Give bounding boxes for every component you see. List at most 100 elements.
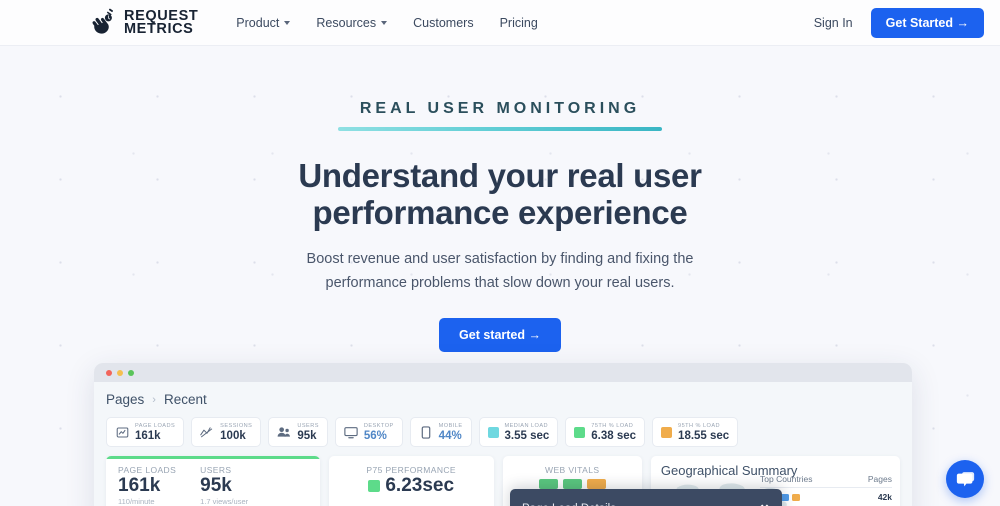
metric-label: PAGE LOADS [118, 465, 177, 475]
stat-pill-text: MEDIAN LOAD 3.55 sec [505, 422, 550, 443]
stat-pill-value: 56% [363, 429, 387, 442]
stat-pill-desktop[interactable]: DESKTOP 56% [334, 417, 403, 447]
subtitle-line-2: performance problems that slow down your… [325, 274, 675, 291]
phone-icon [419, 425, 433, 439]
page-title: Understand your real user performance ex… [0, 157, 1000, 232]
nav-item-product[interactable]: Product [236, 15, 291, 30]
pages-value: 42k [877, 492, 892, 502]
headline-line-2: performance experience [312, 193, 688, 231]
logo[interactable]: REQUEST METRICS [88, 8, 198, 38]
metric-label: USERS [200, 465, 232, 475]
stat-pill-text: USERS 95k [297, 422, 319, 443]
hero-eyebrow: REAL USER MONITORING [359, 100, 641, 117]
line-chart-icon [200, 425, 214, 439]
stat-pill-label: 75TH % LOAD [591, 422, 634, 429]
metric-page-loads: PAGE LOADS 161k 110/minute [118, 465, 176, 506]
hero-section: REAL USER MONITORING Understand your rea… [0, 46, 1000, 352]
stat-pill-sessions[interactable]: SESSIONS 100k [191, 417, 262, 447]
window-maximize-dot[interactable] [128, 369, 134, 376]
stat-pill-page-loads[interactable]: PAGE LOADS 161k [106, 417, 185, 447]
breadcrumb-current: Recent [163, 392, 207, 407]
stat-pill-value: 100k [220, 429, 246, 442]
nav-item-resources-label: Resources [316, 15, 377, 30]
metric-value: 95k [200, 475, 232, 496]
metric-users: USERS 95k 1.7 views/user [200, 465, 248, 506]
stat-pill-text: DESKTOP 56% [364, 422, 394, 443]
hero-subtitle: Boost revenue and user satisfaction by f… [0, 248, 1000, 296]
subtitle-line-1: Boost revenue and user satisfaction by f… [306, 250, 694, 267]
chart-box-icon [115, 425, 129, 439]
web-vitals-indicators [515, 479, 630, 489]
color-swatch-cyan [487, 426, 499, 438]
dashboard-mockup: Pages › Recent PAGE LOADS 161k SESSIONS … [94, 363, 912, 506]
dashboard-body: Pages › Recent PAGE LOADS 161k SESSIONS … [94, 382, 912, 506]
metric-sub: 110/minute [118, 497, 155, 506]
card-content: PAGE LOADS 161k 110/minute USERS 95k 1.7… [106, 459, 320, 506]
main-nav: Product Resources Customers Pricing [236, 16, 538, 30]
nav-item-product-label: Product [236, 15, 280, 30]
hero-get-started-button[interactable]: Get started → [439, 317, 561, 352]
stat-pill-p95-load[interactable]: 95TH % LOAD 18.55 sec [652, 417, 739, 447]
card-value: 6.23sec [385, 475, 455, 496]
card-p75-performance[interactable]: P75 PERFORMANCE 6.23sec [328, 456, 494, 506]
metric-value: 161k [118, 475, 161, 496]
table-header-row: Top Countries Pages [760, 474, 892, 488]
badge-blue [781, 493, 790, 501]
people-icon [277, 425, 291, 439]
site-header: REQUEST METRICS Product Resources Custom… [0, 0, 1000, 46]
breadcrumb: Pages › Recent [106, 392, 900, 407]
stat-pill-value: 18.55 sec [678, 429, 730, 442]
page-load-details-modal: Page Load Details ✖ [510, 489, 782, 506]
logo-line-2: METRICS [124, 20, 194, 37]
stat-pill-mobile[interactable]: MOBILE 44% [409, 417, 472, 447]
stat-pill-row: PAGE LOADS 161k SESSIONS 100k USERS 95k … [106, 417, 900, 447]
column-header-top-countries: Top Countries [760, 474, 813, 484]
nav-item-pricing[interactable]: Pricing [500, 16, 538, 30]
eyebrow-wrap: REAL USER MONITORING [0, 46, 1000, 131]
breadcrumb-root[interactable]: Pages [106, 392, 144, 407]
stat-pill-value: 95k [297, 429, 317, 442]
logo-wordmark: REQUEST METRICS [124, 8, 198, 37]
stat-pill-value: 6.38 sec [591, 429, 637, 442]
stat-pill-value: 3.55 sec [504, 429, 550, 442]
chevron-down-icon [381, 20, 388, 25]
landing-page: REQUEST METRICS Product Resources Custom… [0, 0, 1000, 506]
headline-line-1: Understand your real user [298, 157, 702, 194]
stat-pill-text: 95TH % LOAD 18.55 sec [678, 422, 729, 443]
stat-pill-label: PAGE LOADS [135, 422, 176, 429]
stat-pill-text: SESSIONS 100k [220, 422, 252, 443]
stat-pill-label: DESKTOP [363, 422, 394, 429]
chat-bubbles-icon [956, 471, 974, 486]
chat-widget-button[interactable] [946, 460, 984, 498]
get-started-button[interactable]: Get Started → [870, 7, 984, 38]
stat-pill-value: 161k [135, 429, 161, 442]
close-icon[interactable]: ✖ [759, 503, 770, 506]
nav-item-customers[interactable]: Customers [413, 16, 473, 30]
stat-pill-label: 95TH % LOAD [678, 422, 720, 429]
monitor-icon [344, 425, 358, 439]
nav-item-resources[interactable]: Resources [316, 15, 388, 30]
card-page-loads[interactable]: PAGE LOADS 161k 110/minute USERS 95k 1.7… [106, 456, 320, 506]
window-close-dot[interactable] [106, 369, 112, 376]
stat-pill-text: 75TH % LOAD 6.38 sec [591, 422, 636, 443]
window-minimize-dot[interactable] [117, 369, 123, 376]
breadcrumb-separator-icon: › [152, 393, 156, 406]
stat-pill-label: MOBILE [438, 422, 463, 429]
stat-pill-text: MOBILE 44% [439, 422, 463, 443]
column-header-pages: Pages [867, 474, 892, 484]
stat-pill-label: USERS [297, 422, 319, 429]
sign-in-link[interactable]: Sign In [814, 16, 853, 30]
chevron-down-icon [284, 20, 291, 25]
vital-indicator-cls [586, 479, 606, 489]
card-label: P75 PERFORMANCE [366, 465, 456, 475]
stat-pill-median-load[interactable]: MEDIAN LOAD 3.55 sec [478, 417, 559, 447]
vital-indicator-fid [562, 479, 582, 489]
card-value-row: 6.23sec [341, 475, 482, 497]
vital-indicator-lcp [538, 479, 558, 489]
fist-stopwatch-icon [92, 8, 113, 34]
stat-pill-text: PAGE LOADS 161k [135, 422, 175, 443]
stat-pill-p75-load[interactable]: 75TH % LOAD 6.38 sec [565, 417, 646, 447]
badge-orange [792, 493, 801, 501]
stat-pill-users[interactable]: USERS 95k [268, 417, 328, 447]
card-content: P75 PERFORMANCE 6.23sec [329, 459, 494, 503]
